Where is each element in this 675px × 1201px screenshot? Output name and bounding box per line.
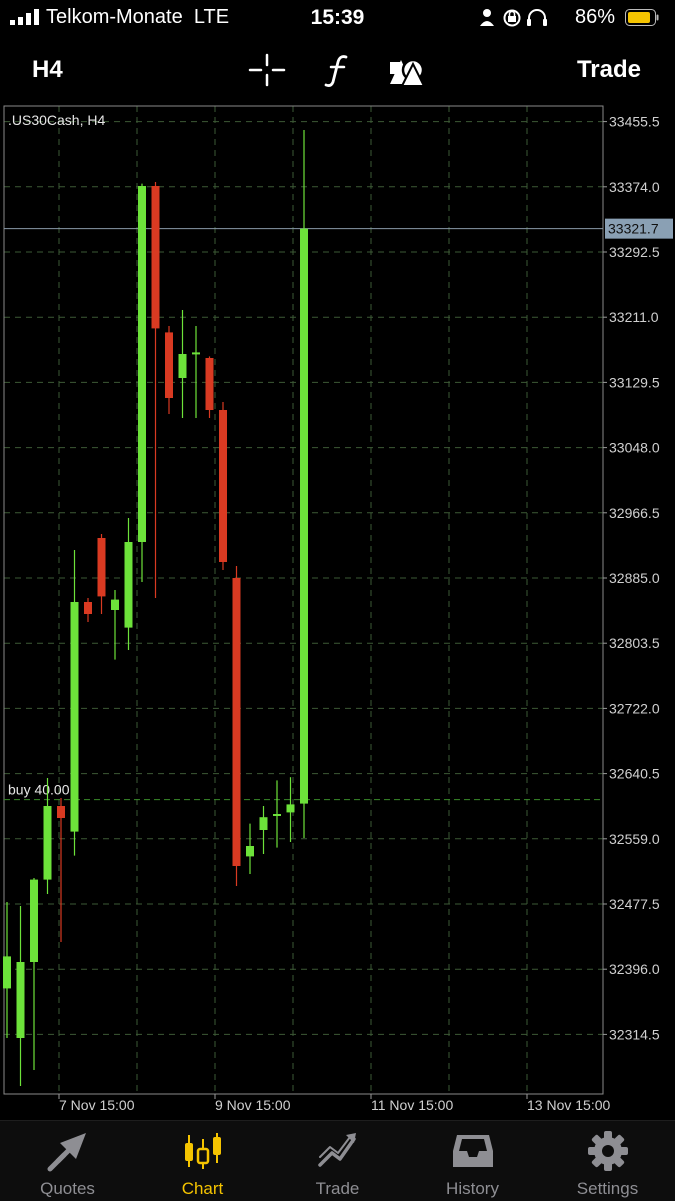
chart-symbol-title: .US30Cash, H4 — [8, 112, 105, 128]
quotes-icon — [47, 1133, 86, 1172]
tab-trade[interactable]: Trade — [270, 1121, 405, 1201]
y-tick-label: 32722.0 — [609, 700, 660, 716]
bottom-tab-bar: Quotes Chart Trade History Settings — [0, 1120, 675, 1201]
tab-chart[interactable]: Chart — [135, 1121, 270, 1201]
y-tick-label: 32477.5 — [609, 896, 660, 912]
candle-body — [111, 599, 119, 610]
status-bar: Telkom-Monate LTE 15:39 86% — [0, 0, 675, 36]
candle-body — [246, 846, 254, 857]
battery-icon — [625, 9, 659, 26]
x-tick-label: 7 Nov 15:00 — [59, 1097, 135, 1113]
candle-body — [300, 228, 308, 804]
clock: 15:39 — [310, 6, 365, 29]
crosshair-icon[interactable] — [247, 52, 287, 88]
chart-toolbar: H4 Trade — [0, 40, 675, 100]
candle-body — [286, 804, 295, 813]
y-tick-label: 32396.0 — [609, 961, 660, 977]
battery-percent: 86% — [574, 6, 615, 28]
candle-body — [70, 602, 79, 832]
tab-settings[interactable]: Settings — [540, 1121, 675, 1201]
candle-body — [97, 538, 106, 597]
x-tick-label: 9 Nov 15:00 — [215, 1097, 291, 1113]
candle-body — [232, 578, 241, 866]
settings-gear-icon — [588, 1131, 628, 1171]
candle-body — [219, 410, 227, 562]
y-tick-label: 32966.5 — [609, 505, 660, 521]
trade-button[interactable]: Trade — [577, 56, 641, 84]
candle-body — [192, 352, 200, 355]
tab-label: Quotes — [40, 1179, 95, 1198]
tab-quotes[interactable]: Quotes — [0, 1121, 135, 1201]
order-line-label: buy 40.00 — [8, 782, 70, 798]
y-tick-label: 32314.5 — [609, 1026, 660, 1042]
candle-body — [205, 358, 214, 410]
history-icon — [453, 1135, 493, 1167]
y-tick-label: 32885.0 — [609, 570, 660, 586]
candle-body — [273, 814, 281, 816]
y-tick-label: 33374.0 — [609, 179, 660, 195]
tab-label: Settings — [576, 1179, 639, 1198]
y-tick-label: 32559.0 — [609, 831, 660, 847]
price-chart[interactable]: 33455.5 33374.0 33292.5 33211.0 33129.5 33048… — [0, 100, 675, 1120]
candle-body — [84, 602, 92, 614]
y-tick-label: 33048.0 — [609, 440, 660, 456]
y-tick-label: 32803.5 — [609, 635, 660, 651]
candle-body — [138, 186, 146, 542]
candle-body — [3, 956, 11, 989]
chart-canvas[interactable]: 33455.5 33374.0 33292.5 33211.0 33129.5 33048… — [0, 100, 675, 1120]
x-tick-label: 11 Nov 15:00 — [371, 1097, 453, 1113]
candle-body — [57, 806, 65, 818]
candle-body — [30, 879, 38, 962]
tab-label: Chart — [181, 1179, 224, 1198]
candle-body — [16, 962, 25, 1038]
function-icon[interactable] — [318, 52, 358, 88]
shapes-icon[interactable] — [388, 52, 428, 88]
y-tick-label: 33455.5 — [609, 114, 660, 130]
y-tick-label: 32640.5 — [609, 766, 660, 782]
chart-candles-icon — [185, 1133, 221, 1169]
x-tick-label: 13 Nov 15:00 — [527, 1097, 610, 1113]
status-icons — [480, 9, 547, 27]
timeframe-button[interactable]: H4 — [32, 56, 63, 84]
current-price-label: 33321.7 — [608, 221, 659, 237]
y-tick-label: 33211.0 — [609, 309, 659, 325]
candle-body — [151, 186, 160, 329]
rotation-lock-icon — [503, 9, 521, 27]
candle-body — [165, 332, 173, 398]
headphones-icon — [527, 9, 547, 26]
tab-label: Trade — [315, 1179, 360, 1198]
tab-label: History — [446, 1179, 499, 1198]
tab-history[interactable]: History — [405, 1121, 540, 1201]
y-tick-label: 33129.5 — [609, 374, 660, 390]
candle-body — [178, 354, 187, 378]
person-icon — [480, 9, 494, 26]
candle-body — [259, 817, 268, 830]
candle-body — [124, 542, 133, 628]
trade-icon — [318, 1133, 356, 1167]
y-tick-label: 33292.5 — [609, 244, 660, 260]
candle-body — [43, 806, 52, 880]
